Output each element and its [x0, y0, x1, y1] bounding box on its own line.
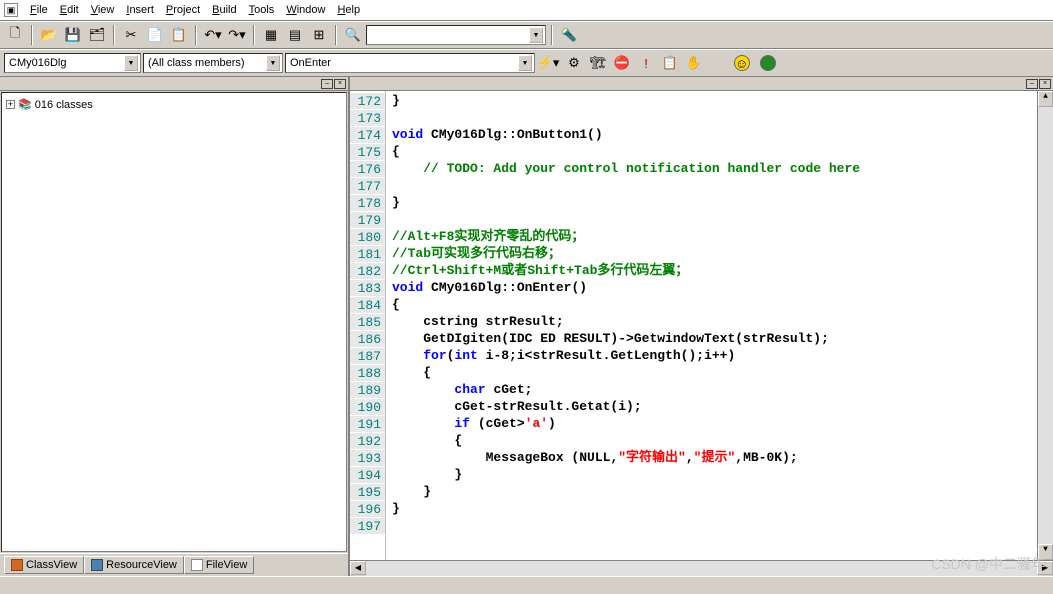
menu-tools[interactable]: Tools: [243, 2, 281, 18]
smiley-green-icon[interactable]: [757, 52, 779, 74]
find-combo[interactable]: ▼: [366, 25, 546, 45]
menu-project[interactable]: Project: [160, 2, 206, 18]
save-icon[interactable]: 💾: [62, 24, 84, 46]
vertical-scrollbar[interactable]: ▲ ▼: [1037, 91, 1053, 560]
code-body[interactable]: }void CMy016Dlg::OnButton1(){ // TODO: A…: [386, 91, 1037, 560]
scroll-down-icon[interactable]: ▼: [1038, 544, 1053, 560]
menubar: ▣ File Edit View Insert Project Build To…: [0, 0, 1053, 21]
undo-icon[interactable]: ↶▾: [202, 24, 224, 46]
fileview-icon: [191, 559, 203, 571]
scroll-up-icon[interactable]: ▲: [1038, 91, 1053, 107]
stop-build-icon[interactable]: ⛔: [611, 52, 633, 74]
line-gutter: 1721731741751761771781791801811821831841…: [350, 91, 386, 560]
menu-window[interactable]: Window: [280, 2, 331, 18]
redo-icon[interactable]: ↷▾: [226, 24, 248, 46]
code-editor[interactable]: 1721731741751761771781791801811821831841…: [350, 91, 1053, 560]
go-icon[interactable]: 📋: [659, 52, 681, 74]
chevron-down-icon[interactable]: ▼: [124, 55, 138, 71]
main-area: – × + 📚 016 classes ClassView ResourceVi…: [0, 77, 1053, 576]
app-icon: ▣: [4, 3, 18, 17]
search-icon[interactable]: 🔦: [558, 24, 580, 46]
cut-icon[interactable]: ✂: [120, 24, 142, 46]
sidebar-dock-icon[interactable]: –: [321, 79, 333, 89]
resourceview-icon: [91, 559, 103, 571]
sidebar-close-icon[interactable]: ×: [334, 79, 346, 89]
menu-build[interactable]: Build: [206, 2, 242, 18]
statusbar: [0, 576, 1053, 594]
toolbar-standard: 🗋 📂 💾 🗂 ✂ 📄 📋 ↶▾ ↷▾ ▦ ▤ ⊞ 🔍 ▼ 🔦: [0, 21, 1053, 49]
paste-icon[interactable]: 📋: [168, 24, 190, 46]
member-combo[interactable]: OnEnter ▼: [285, 53, 535, 73]
toolbar-wizardbar: CMy016Dlg ▼ (All class members) ▼ OnEnte…: [0, 49, 1053, 77]
class-tree[interactable]: + 📚 016 classes: [1, 92, 347, 552]
smiley-yellow-icon[interactable]: ☺: [731, 52, 753, 74]
editor-pane: – × 172173174175176177178179180181182183…: [350, 77, 1053, 576]
save-all-icon[interactable]: 🗂: [86, 24, 108, 46]
scroll-right-icon[interactable]: ▶: [1037, 561, 1053, 575]
workspace-tabs: ClassView ResourceView FileView: [0, 553, 348, 576]
sidebar-titlebar: – ×: [0, 77, 348, 91]
chevron-down-icon[interactable]: ▼: [518, 55, 532, 71]
editor-close-icon[interactable]: ×: [1039, 79, 1051, 89]
editor-titlebar: – ×: [350, 77, 1053, 91]
new-file-icon[interactable]: 🗋: [4, 24, 26, 46]
toggle-breakpoint-icon[interactable]: ✋: [683, 52, 705, 74]
menu-insert[interactable]: Insert: [120, 2, 160, 18]
menu-file[interactable]: File: [24, 2, 54, 18]
tab-classview[interactable]: ClassView: [4, 556, 84, 574]
horizontal-scrollbar[interactable]: ◀ ▶: [350, 560, 1053, 576]
menu-view[interactable]: View: [85, 2, 121, 18]
tree-root-item[interactable]: + 📚 016 classes: [6, 97, 342, 112]
scroll-left-icon[interactable]: ◀: [350, 561, 366, 575]
compile-icon[interactable]: ⚙: [563, 52, 585, 74]
filter-combo[interactable]: (All class members) ▼: [143, 53, 283, 73]
chevron-down-icon[interactable]: ▼: [266, 55, 280, 71]
expand-icon[interactable]: +: [6, 100, 15, 109]
find-in-files-icon[interactable]: 🔍: [342, 24, 364, 46]
classview-icon: [11, 559, 23, 571]
tree-root-label: 016 classes: [35, 99, 93, 111]
open-icon[interactable]: 📂: [38, 24, 60, 46]
execute-icon[interactable]: !: [635, 52, 657, 74]
build-icon[interactable]: 🏗: [587, 52, 609, 74]
classes-icon: 📚: [18, 98, 32, 111]
tab-resourceview[interactable]: ResourceView: [84, 556, 184, 574]
tab-fileview[interactable]: FileView: [184, 556, 254, 574]
output-icon[interactable]: ▤: [284, 24, 306, 46]
editor-min-icon[interactable]: –: [1026, 79, 1038, 89]
workspace-icon[interactable]: ▦: [260, 24, 282, 46]
wizard-action-icon[interactable]: ⚡▾: [537, 52, 559, 74]
copy-icon[interactable]: 📄: [144, 24, 166, 46]
menu-help[interactable]: Help: [331, 2, 366, 18]
class-combo[interactable]: CMy016Dlg ▼: [4, 53, 141, 73]
menu-edit[interactable]: Edit: [54, 2, 85, 18]
workspace-sidebar: – × + 📚 016 classes ClassView ResourceVi…: [0, 77, 350, 576]
window-list-icon[interactable]: ⊞: [308, 24, 330, 46]
chevron-down-icon[interactable]: ▼: [529, 27, 543, 43]
